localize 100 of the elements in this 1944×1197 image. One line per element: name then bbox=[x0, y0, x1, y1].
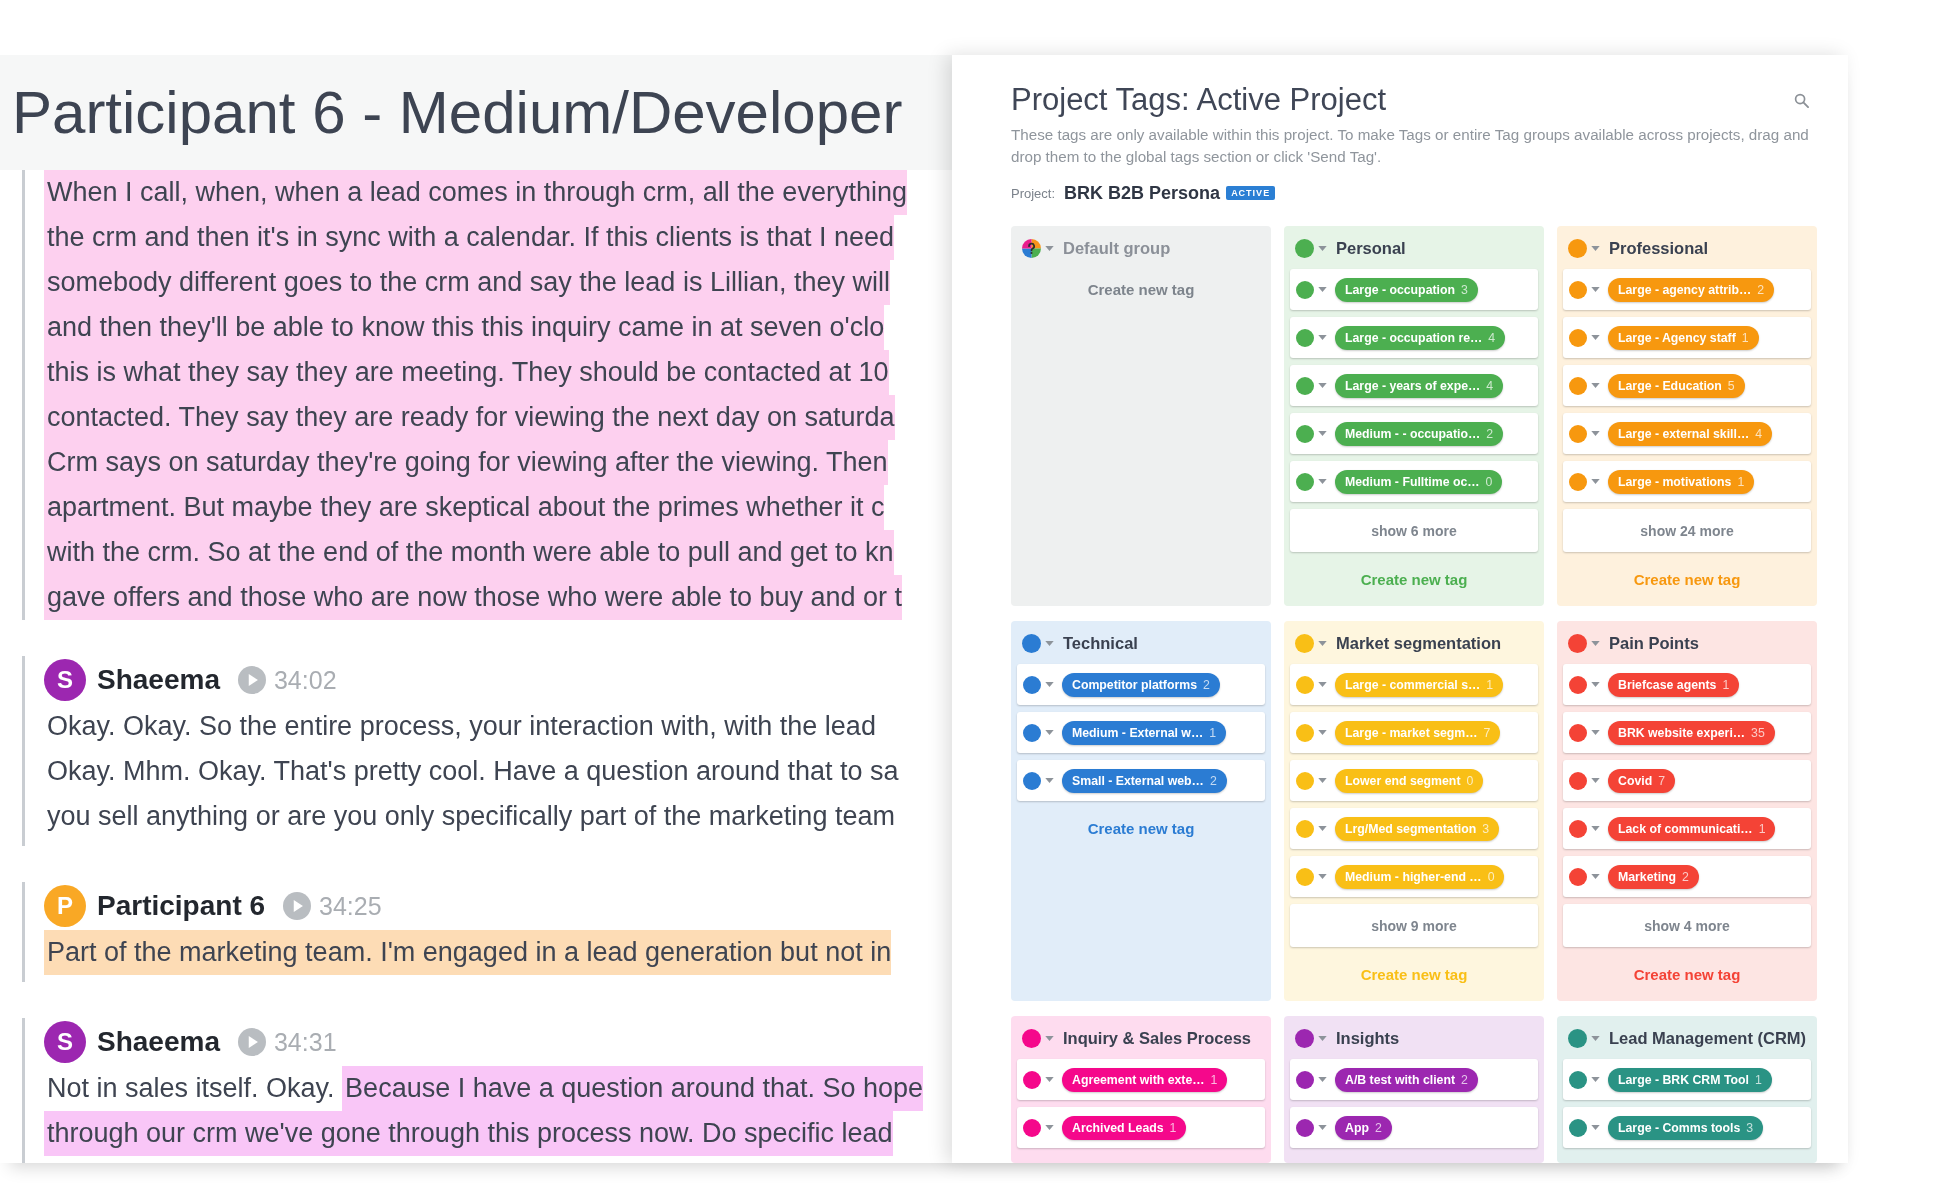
caret-icon[interactable] bbox=[1318, 640, 1327, 646]
tag-chip[interactable]: App 2 bbox=[1335, 1115, 1392, 1140]
color-dot-icon[interactable] bbox=[1568, 238, 1587, 258]
tag-row[interactable]: Large - commercial s… 1 bbox=[1290, 664, 1538, 705]
tag-row[interactable]: Large - Agency staff 1 bbox=[1563, 317, 1811, 358]
caret-icon[interactable] bbox=[1591, 682, 1600, 687]
tag-chip[interactable]: Large - market segm… 7 bbox=[1335, 720, 1501, 745]
caret-icon[interactable] bbox=[1318, 431, 1327, 436]
tag-row[interactable]: Medium - higher-end … 0 bbox=[1290, 856, 1538, 897]
tag-chip[interactable]: Large - Comms tools 3 bbox=[1608, 1115, 1764, 1140]
tag-chip[interactable]: A/B test with client 2 bbox=[1335, 1067, 1478, 1092]
show-more-button[interactable]: show 24 more bbox=[1563, 509, 1811, 552]
color-dot-icon[interactable] bbox=[1569, 424, 1587, 443]
tag-chip[interactable]: Medium - External w… 1 bbox=[1062, 720, 1227, 745]
color-dot-icon[interactable] bbox=[1296, 1070, 1314, 1089]
tag-row[interactable]: Medium - - occupatio… 2 bbox=[1290, 413, 1538, 454]
caret-icon[interactable] bbox=[1591, 1125, 1600, 1130]
tag-row[interactable]: Lack of communicati… 1 bbox=[1563, 808, 1811, 849]
tag-chip[interactable]: Marketing 2 bbox=[1608, 864, 1699, 889]
create-tag-button[interactable]: Create new tag bbox=[1633, 559, 1741, 599]
color-dot-icon[interactable] bbox=[1295, 238, 1314, 258]
tag-row[interactable]: Lrg/Med segmentation 3 bbox=[1290, 808, 1538, 849]
tag-chip[interactable]: Lower end segment 0 bbox=[1335, 768, 1484, 793]
color-dot-icon[interactable] bbox=[1296, 424, 1314, 443]
tag-chip[interactable]: Large - Agency staff 1 bbox=[1608, 325, 1759, 350]
caret-icon[interactable] bbox=[1591, 826, 1600, 831]
caret-icon[interactable] bbox=[1591, 874, 1600, 879]
color-dot-icon[interactable] bbox=[1296, 867, 1314, 886]
timestamp[interactable]: 34:25 bbox=[319, 891, 382, 921]
search-icon[interactable] bbox=[1794, 92, 1809, 108]
tag-chip[interactable]: Large - commercial s… 1 bbox=[1335, 672, 1504, 697]
color-dot-icon[interactable] bbox=[1569, 819, 1587, 838]
color-dot-icon[interactable] bbox=[1295, 1028, 1314, 1048]
caret-icon[interactable] bbox=[1318, 1125, 1327, 1130]
tag-row[interactable]: Competitor platforms 2 bbox=[1017, 664, 1265, 705]
tag-chip[interactable]: Large - external skill… 4 bbox=[1608, 421, 1773, 446]
question-mark-icon[interactable] bbox=[1022, 238, 1041, 258]
caret-icon[interactable] bbox=[1318, 1077, 1327, 1082]
color-dot-icon[interactable] bbox=[1296, 819, 1314, 838]
color-dot-icon[interactable] bbox=[1023, 1070, 1041, 1089]
caret-icon[interactable] bbox=[1045, 640, 1054, 646]
tag-chip[interactable]: Lrg/Med segmentation 3 bbox=[1335, 816, 1500, 841]
tag-chip[interactable]: Competitor platforms 2 bbox=[1062, 672, 1220, 697]
color-dot-icon[interactable] bbox=[1568, 1028, 1587, 1048]
tag-row[interactable]: App 2 bbox=[1290, 1107, 1538, 1148]
create-tag-button[interactable]: Create new tag bbox=[1087, 808, 1195, 848]
tag-chip[interactable]: Archived Leads 1 bbox=[1062, 1115, 1187, 1140]
color-dot-icon[interactable] bbox=[1296, 376, 1314, 395]
show-more-button[interactable]: show 9 more bbox=[1290, 904, 1538, 947]
caret-icon[interactable] bbox=[1045, 1035, 1054, 1041]
color-dot-icon[interactable] bbox=[1023, 771, 1041, 790]
tag-row[interactable]: Medium - Fulltime oc… 0 bbox=[1290, 461, 1538, 502]
color-dot-icon[interactable] bbox=[1569, 771, 1587, 790]
color-dot-icon[interactable] bbox=[1022, 633, 1041, 653]
timestamp[interactable]: 34:02 bbox=[273, 665, 337, 695]
caret-icon[interactable] bbox=[1318, 826, 1327, 831]
create-tag-button[interactable]: Create new tag bbox=[1633, 954, 1741, 994]
caret-icon[interactable] bbox=[1318, 479, 1327, 484]
caret-icon[interactable] bbox=[1318, 730, 1327, 735]
caret-icon[interactable] bbox=[1045, 1077, 1054, 1082]
create-tag-button[interactable]: Create new tag bbox=[1087, 269, 1195, 309]
caret-icon[interactable] bbox=[1318, 778, 1327, 783]
tag-chip[interactable]: Lack of communicati… 1 bbox=[1608, 816, 1776, 841]
caret-icon[interactable] bbox=[1045, 245, 1054, 251]
color-dot-icon[interactable] bbox=[1568, 633, 1587, 653]
play-icon[interactable] bbox=[283, 892, 312, 920]
tag-chip[interactable]: Medium - Fulltime oc… 0 bbox=[1335, 469, 1503, 494]
color-dot-icon[interactable] bbox=[1569, 1118, 1587, 1137]
tag-chip[interactable]: Large - motivations 1 bbox=[1608, 469, 1755, 494]
caret-icon[interactable] bbox=[1591, 1035, 1600, 1041]
color-dot-icon[interactable] bbox=[1569, 376, 1587, 395]
tag-row[interactable]: Covid 7 bbox=[1563, 760, 1811, 801]
create-tag-button[interactable]: Create new tag bbox=[1360, 559, 1468, 599]
caret-icon[interactable] bbox=[1591, 431, 1600, 436]
caret-icon[interactable] bbox=[1318, 287, 1327, 292]
color-dot-icon[interactable] bbox=[1296, 771, 1314, 790]
color-dot-icon[interactable] bbox=[1569, 867, 1587, 886]
caret-icon[interactable] bbox=[1591, 640, 1600, 646]
show-more-button[interactable]: show 4 more bbox=[1563, 904, 1811, 947]
tag-chip[interactable]: Large - BRK CRM Tool 1 bbox=[1608, 1067, 1772, 1092]
caret-icon[interactable] bbox=[1045, 730, 1054, 735]
tag-row[interactable]: Marketing 2 bbox=[1563, 856, 1811, 897]
play-icon[interactable] bbox=[237, 1028, 266, 1056]
play-icon[interactable] bbox=[237, 666, 266, 694]
caret-icon[interactable] bbox=[1318, 245, 1327, 251]
tag-chip[interactable]: Medium - - occupatio… 2 bbox=[1335, 421, 1504, 446]
tag-row[interactable]: A/B test with client 2 bbox=[1290, 1059, 1538, 1100]
tag-row[interactable]: Archived Leads 1 bbox=[1017, 1107, 1265, 1148]
caret-icon[interactable] bbox=[1591, 383, 1600, 388]
color-dot-icon[interactable] bbox=[1023, 1118, 1041, 1137]
caret-icon[interactable] bbox=[1045, 1125, 1054, 1130]
tag-chip[interactable]: Large - occupation 3 bbox=[1335, 277, 1478, 302]
caret-icon[interactable] bbox=[1591, 730, 1600, 735]
color-dot-icon[interactable] bbox=[1296, 723, 1314, 742]
caret-icon[interactable] bbox=[1318, 335, 1327, 340]
caret-icon[interactable] bbox=[1591, 479, 1600, 484]
caret-icon[interactable] bbox=[1318, 874, 1327, 879]
tag-row[interactable]: Large - years of expe… 4 bbox=[1290, 365, 1538, 406]
caret-icon[interactable] bbox=[1591, 1077, 1600, 1082]
tag-chip[interactable]: Large - Education 5 bbox=[1608, 373, 1745, 398]
